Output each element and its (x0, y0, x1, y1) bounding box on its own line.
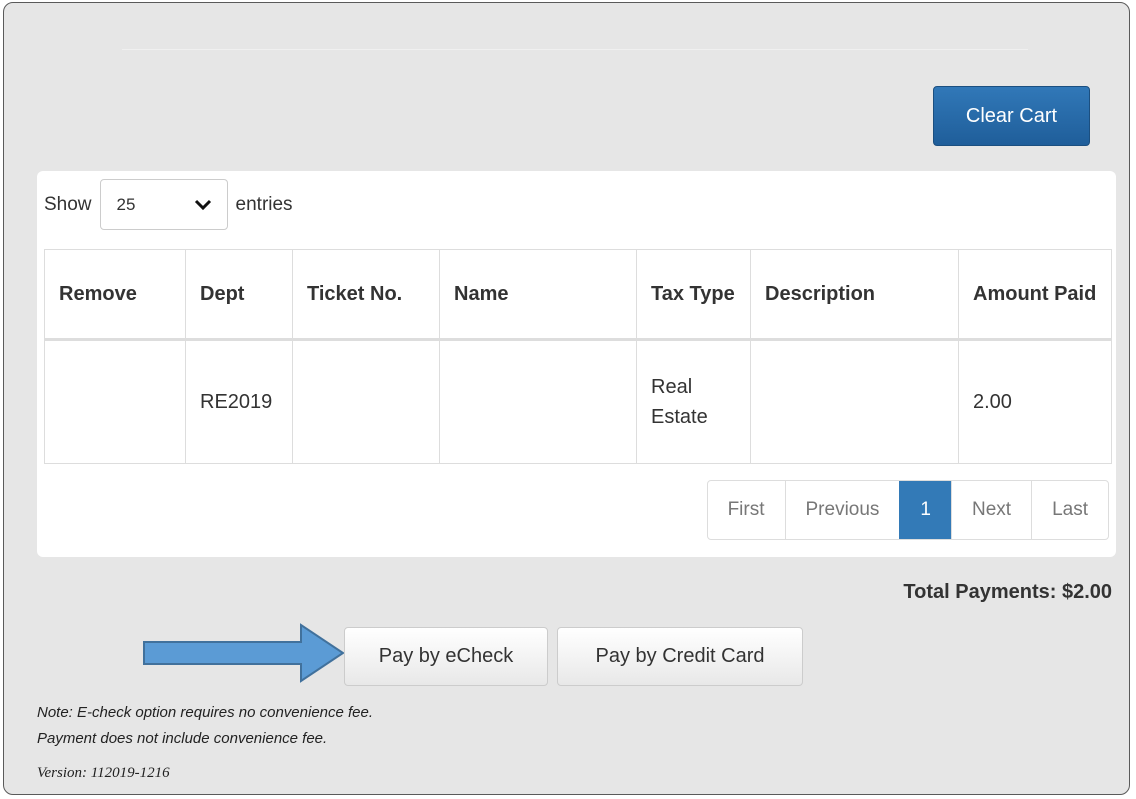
cell-remove[interactable] (44, 339, 186, 464)
column-header-tax-type[interactable]: Tax Type (636, 249, 751, 341)
pagination-last[interactable]: Last (1031, 481, 1108, 539)
entries-select-value: 25 (116, 194, 136, 214)
cell-name (439, 339, 637, 464)
entries-select[interactable]: 25 (99, 179, 228, 230)
cell-description (750, 339, 959, 464)
column-header-name[interactable]: Name (439, 249, 637, 341)
column-header-dept[interactable]: Dept (185, 249, 293, 341)
cell-amount-paid: 2.00 (958, 339, 1112, 464)
length-menu: Show 25 entries (44, 178, 293, 231)
version-label: Version: 112019-1216 (37, 765, 170, 781)
table-row: RE2019 Real Estate 2.00 (44, 339, 1112, 464)
cell-tax-type: Real Estate (636, 339, 751, 464)
pagination: First Previous 1 Next Last (706, 480, 1109, 540)
cell-dept: RE2019 (185, 339, 293, 464)
echeck-fee-note: Note: E-check option requires no conveni… (37, 704, 374, 721)
pay-by-credit-card-button[interactable]: Pay by Credit Card (557, 627, 803, 686)
column-header-description[interactable]: Description (750, 249, 959, 341)
pagination-first[interactable]: First (708, 481, 785, 539)
right-arrow-icon (143, 623, 345, 683)
entries-label: entries (235, 193, 293, 215)
pay-by-echeck-button[interactable]: Pay by eCheck (344, 627, 548, 686)
chevron-down-icon (194, 199, 211, 210)
column-header-remove[interactable]: Remove (44, 249, 186, 341)
show-label: Show (44, 193, 92, 215)
column-header-ticket-no[interactable]: Ticket No. (292, 249, 440, 341)
column-header-amount-paid[interactable]: Amount Paid (958, 249, 1112, 341)
pagination-next[interactable]: Next (951, 481, 1031, 539)
pagination-page-1[interactable]: 1 (899, 481, 951, 539)
table-header-row: Remove Dept Ticket No. Name Tax Type Des… (44, 249, 1112, 341)
convenience-fee-note: Payment does not include convenience fee… (37, 730, 328, 747)
divider (122, 49, 1028, 50)
cart-table: Remove Dept Ticket No. Name Tax Type Des… (44, 249, 1112, 464)
clear-cart-button[interactable]: Clear Cart (933, 86, 1090, 146)
cell-ticket-no (292, 339, 440, 464)
cart-table-panel: Show 25 entries Remove Dept Ticket No. N… (37, 171, 1116, 557)
cart-panel: Clear Cart Show 25 entries Remove Dept T… (3, 2, 1130, 795)
pagination-previous[interactable]: Previous (784, 481, 900, 539)
total-payments: Total Payments: $2.00 (903, 581, 1112, 603)
